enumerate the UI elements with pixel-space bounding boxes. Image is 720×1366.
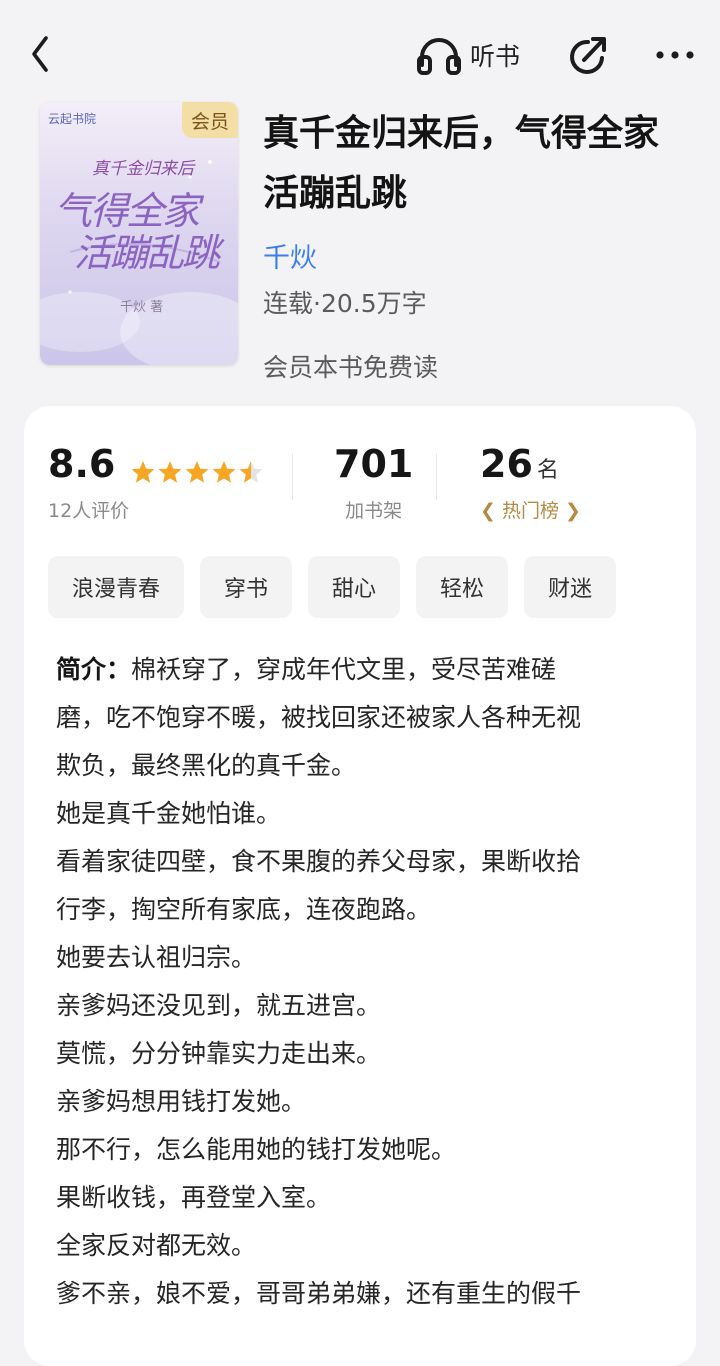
more-button[interactable] <box>654 40 696 70</box>
rank-caption-label: 热门榜 <box>501 500 559 522</box>
tag-list: 浪漫青春 穿书 甜心 轻松 财迷 <box>48 556 617 618</box>
detail-card: 8.6 12人评价 701 加书架 26 名 ❮ 热门榜 ❯ 浪漫青春 穿书 甜… <box>24 406 696 1366</box>
stat-divider <box>436 454 437 500</box>
more-icon <box>656 51 694 59</box>
rank-unit: 名 <box>536 458 559 483</box>
synopsis-label: 简介： <box>56 655 132 684</box>
rating-stat[interactable]: 8.6 12人评价 <box>48 442 266 523</box>
vip-note: 会员本书免费读 <box>263 353 439 382</box>
tag-chip[interactable]: 浪漫青春 <box>48 556 185 618</box>
synopsis-line: 看着家徒四壁，食不果腹的养父母家，果断收拾 <box>56 847 582 876</box>
synopsis-line: 磨，吃不饱穿不暖，被找回家还被家人各种无视 <box>56 703 582 732</box>
listen-button[interactable]: 听书 <box>416 34 520 76</box>
tag-chip[interactable]: 轻松 <box>416 556 509 618</box>
back-button[interactable] <box>26 34 60 74</box>
synopsis-line: 亲爹妈还没见到，就五进宫。 <box>56 991 382 1020</box>
rank-stat[interactable]: 26 名 ❮ 热门榜 ❯ <box>480 442 581 523</box>
cover-title-line2: 活蹦乱跳 <box>74 231 220 275</box>
synopsis-line: 那不行，怎么能用她的钱打发她呢。 <box>56 1135 457 1164</box>
laurel-right-icon: ❯ <box>565 500 581 522</box>
share-button[interactable] <box>566 34 610 78</box>
shelf-caption: 加书架 <box>345 500 403 522</box>
tag-chip[interactable]: 穿书 <box>200 556 293 618</box>
cover-subtitle: 真千金归来后 <box>92 159 194 179</box>
synopsis: 简介：棉袄穿了，穿成年代文里，受尽苦难磋 磨，吃不饱穿不暖，被找回家还被家人各种… <box>56 646 656 1318</box>
rating-stars <box>132 460 263 483</box>
synopsis-line: 她要去认祖归宗。 <box>56 943 257 972</box>
synopsis-line: 全家反对都无效。 <box>56 1231 257 1260</box>
book-meta: 连载·20.5万字 <box>263 289 427 318</box>
star-icon <box>213 460 236 483</box>
stat-divider <box>292 454 293 500</box>
star-icon <box>186 460 209 483</box>
synopsis-line: 她是真千金她怕谁。 <box>56 799 282 828</box>
shelf-value: 701 <box>334 442 414 486</box>
vip-badge: 会员 <box>182 102 238 138</box>
author-link[interactable]: 千炏 <box>263 236 317 275</box>
synopsis-line: 亲爹妈想用钱打发她。 <box>56 1087 307 1116</box>
laurel-left-icon: ❮ <box>480 500 496 522</box>
top-bar: 听书 <box>0 0 720 110</box>
star-icon <box>132 460 155 483</box>
star-icon <box>159 460 182 483</box>
tag-chip[interactable]: 甜心 <box>308 556 401 618</box>
rating-value: 8.6 <box>48 442 116 486</box>
tag-chip[interactable]: 财迷 <box>524 556 617 618</box>
shelf-stat[interactable]: 701 加书架 <box>334 442 413 523</box>
star-icon <box>240 460 263 483</box>
cover-publisher-logo: 云起书院 <box>48 112 97 126</box>
synopsis-line: 莫慌，分分钟靠实力走出来。 <box>56 1039 382 1068</box>
rank-value: 26 <box>480 442 533 486</box>
synopsis-line: 欺负，最终黑化的真千金。 <box>56 751 357 780</box>
rating-caption: 12人评价 <box>48 500 130 522</box>
book-title: 真千金归来后，气得全家活蹦乱跳 <box>263 113 660 214</box>
book-cover[interactable]: 云起书院 会员 真千金归来后 气得全家 活蹦乱跳 千炏 著 <box>40 102 238 365</box>
synopsis-line: 棉袄穿了，穿成年代文里，受尽苦难磋 <box>131 655 557 684</box>
rank-caption[interactable]: ❮ 热门榜 ❯ <box>480 496 581 523</box>
cover-author-signature: 千炏 著 <box>120 300 164 315</box>
headphones-icon <box>417 38 461 75</box>
synopsis-line: 行李，掏空所有家底，连夜跑路。 <box>56 895 432 924</box>
back-icon <box>32 36 48 72</box>
listen-label: 听书 <box>470 42 521 71</box>
synopsis-line: 果断收钱，再登堂入室。 <box>56 1183 332 1212</box>
share-icon <box>570 37 606 74</box>
synopsis-line: 爹不亲，娘不爱，哥哥弟弟嫌，还有重生的假千 <box>56 1279 582 1308</box>
